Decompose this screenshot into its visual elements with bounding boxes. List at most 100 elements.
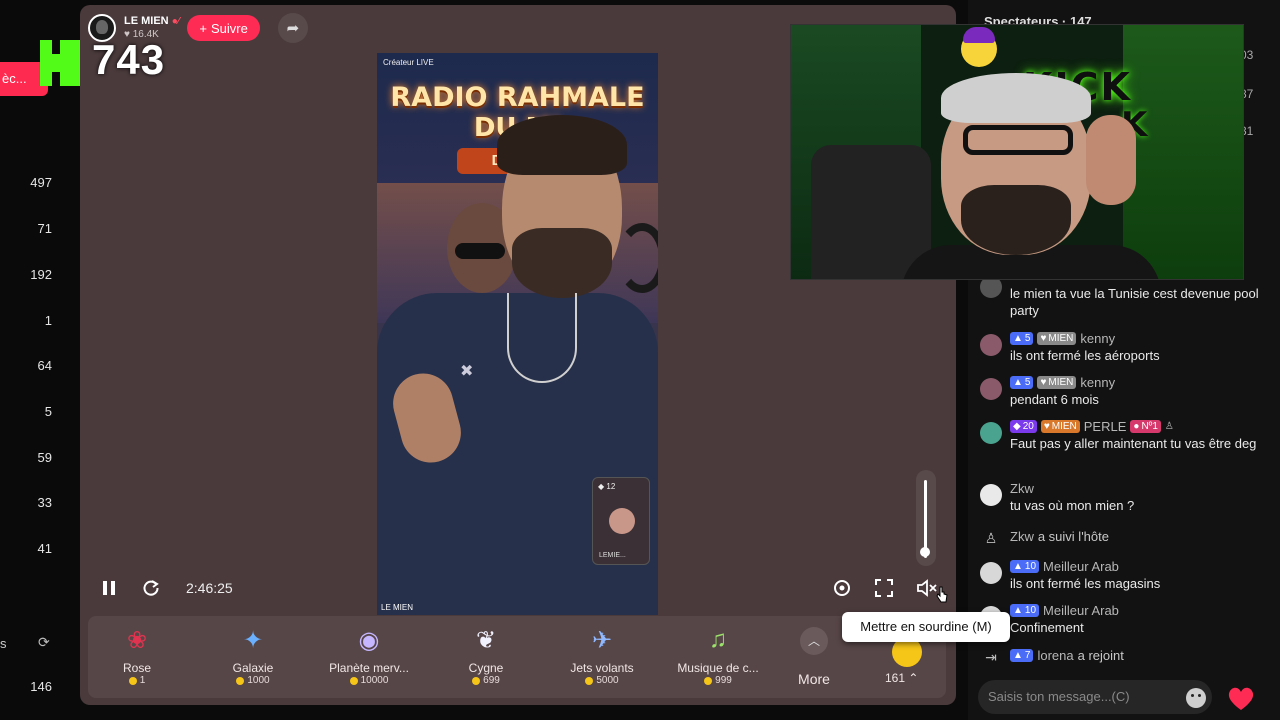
host-name: LE MIEN xyxy=(124,15,169,27)
level-badge: ▲ 10 xyxy=(1010,559,1040,573)
coin-icon xyxy=(128,676,137,685)
guest-face xyxy=(609,508,635,534)
chat-message-text: le mien ta vue la Tunisie cest devenue p… xyxy=(1010,286,1259,318)
chat-message-header: ▲ 5 ♥ MIEN kenny xyxy=(1010,330,1115,346)
coin-balance-value: 161 xyxy=(885,671,906,685)
gift-price-value: 5000 xyxy=(596,675,619,686)
coin-balance[interactable]: 161 ⌃ xyxy=(885,671,918,685)
galaxy-icon: ✦ xyxy=(242,626,264,654)
username[interactable]: kenny xyxy=(1080,375,1115,390)
gift-item[interactable]: ◉ Planète merv... 10000 xyxy=(311,617,427,695)
fullscreen-icon[interactable] xyxy=(875,575,893,601)
pause-icon[interactable] xyxy=(102,575,116,601)
avatar[interactable] xyxy=(980,334,1002,356)
username[interactable]: lorena xyxy=(1037,648,1073,663)
gift-item[interactable]: ✈ Jets volants 5000 xyxy=(544,617,660,695)
level-badge: ◆ 20 xyxy=(1010,419,1037,433)
level-icon: ▲ xyxy=(1013,604,1023,616)
gift-name: Musique de c... xyxy=(677,661,759,675)
live-video[interactable]: RADIO RAHMALE DU MI De 18H ✖ Créateur LI… xyxy=(377,53,658,615)
guest-pip[interactable]: ◆ 12 LEMIE... xyxy=(592,477,650,565)
gift-name: Cygne xyxy=(468,661,504,675)
club-badge: ♥ MIEN xyxy=(1040,419,1080,433)
left-count: 33 xyxy=(37,495,52,510)
chat-message-text: tu vas où mon mien ? xyxy=(1010,498,1135,513)
chevron-up-icon[interactable]: ︿ xyxy=(800,627,828,655)
level-badge: ▲ 10 xyxy=(1010,603,1040,617)
left-count: 41 xyxy=(37,541,52,556)
chat-message-text: pendant 6 mois xyxy=(1010,392,1099,407)
more-gifts-button[interactable]: More xyxy=(792,671,836,687)
chat-message-header: ▲ 5 ♥ MIEN kenny xyxy=(1010,374,1115,390)
level-icon: ▲ xyxy=(1013,649,1023,661)
plus-icon: + xyxy=(199,20,207,36)
gift-name: Galaxie xyxy=(232,661,274,675)
settings-icon[interactable] xyxy=(832,575,852,601)
heart-icon: ♥ xyxy=(1040,376,1047,388)
pip-count: ◆ 12 xyxy=(598,482,615,491)
mute-icon[interactable] xyxy=(916,575,938,601)
gift-item[interactable]: ❀ Rose 1 xyxy=(80,617,195,695)
level-value: 7 xyxy=(1024,649,1031,661)
gift-item[interactable]: ♫ Musique de c... 999 xyxy=(660,617,776,695)
heart-like-icon[interactable] xyxy=(1226,684,1256,712)
coin-icon xyxy=(472,676,481,685)
music-icon: ♫ xyxy=(709,626,727,653)
gift-name: Planète merv... xyxy=(329,661,409,675)
chat-message-header: ◆ 20 ♥ MIEN PERLE ● Nº1 ♙ xyxy=(1010,418,1174,434)
gift-item[interactable]: ✦ Galaxie 1000 xyxy=(195,617,311,695)
refresh-icon[interactable]: ⟳ xyxy=(38,634,50,651)
pip-name: LEMIE... xyxy=(599,552,626,559)
avatar[interactable] xyxy=(980,422,1002,444)
username[interactable]: PERLE xyxy=(1084,419,1127,434)
elapsed-time: 2:46:25 xyxy=(186,580,233,596)
chat-message-text: ils ont fermé les magasins xyxy=(1010,576,1161,591)
webcam-bg-right xyxy=(1123,25,1243,279)
gift-price-value: 699 xyxy=(483,675,500,686)
username[interactable]: kenny xyxy=(1080,331,1115,346)
username[interactable]: Zkw xyxy=(1010,481,1034,496)
level-badge: ▲ 7 xyxy=(1010,648,1034,662)
username[interactable]: Meilleur Arab xyxy=(1043,559,1119,574)
host-name-row[interactable]: LE MIEN ●⁄ xyxy=(124,15,179,28)
webcam-chair xyxy=(811,145,931,279)
avatar[interactable] xyxy=(980,484,1002,506)
pip-count-value: 12 xyxy=(606,482,616,491)
avatar[interactable] xyxy=(980,562,1002,584)
gift-item[interactable]: ❦ Cygne 699 xyxy=(428,617,544,695)
coin-icon xyxy=(585,676,594,685)
level-value: 10 xyxy=(1024,604,1037,616)
level-value: 5 xyxy=(1024,332,1031,344)
gift-price: 5000 xyxy=(544,675,660,686)
swan-icon: ❦ xyxy=(475,626,497,654)
follow-button[interactable]: + Suivre xyxy=(187,15,260,41)
share-icon[interactable]: ➦ xyxy=(277,13,308,43)
level-value: 5 xyxy=(1024,376,1031,388)
planet-icon: ◉ xyxy=(358,626,380,654)
gift-price-value: 10000 xyxy=(360,675,389,686)
viewer-count: 743 xyxy=(92,36,166,83)
webcam-glasses xyxy=(963,125,1073,155)
chat-message-header: ▲ 7 lorena a rejoint xyxy=(1010,647,1124,663)
chat-input[interactable]: Saisis ton message...(C) xyxy=(978,680,1212,714)
rose-icon: ❀ xyxy=(126,626,148,654)
level-value: 20 xyxy=(1022,420,1034,432)
emoji-icon[interactable] xyxy=(1186,688,1206,708)
streamer-beard xyxy=(512,228,612,298)
webcam-hair xyxy=(941,73,1091,123)
gift-price: 1000 xyxy=(195,675,311,686)
jets-icon: ✈ xyxy=(591,626,613,654)
follow-label: Suivre xyxy=(211,20,248,36)
avatar[interactable] xyxy=(980,378,1002,400)
username[interactable]: Meilleur Arab xyxy=(1043,603,1119,618)
heart-icon: ♥ xyxy=(1043,420,1050,432)
mascot-hat xyxy=(963,27,995,43)
refresh-video-icon[interactable] xyxy=(142,575,160,601)
gift-price-value: 999 xyxy=(715,675,732,686)
system-text: a suivi l'hôte xyxy=(1037,528,1109,544)
username[interactable]: Zkw xyxy=(1010,529,1034,544)
volume-slider-knob[interactable] xyxy=(920,547,930,557)
webcam-hand xyxy=(1086,115,1136,205)
left-count: 71 xyxy=(37,221,52,236)
left-count: 5 xyxy=(44,404,52,419)
